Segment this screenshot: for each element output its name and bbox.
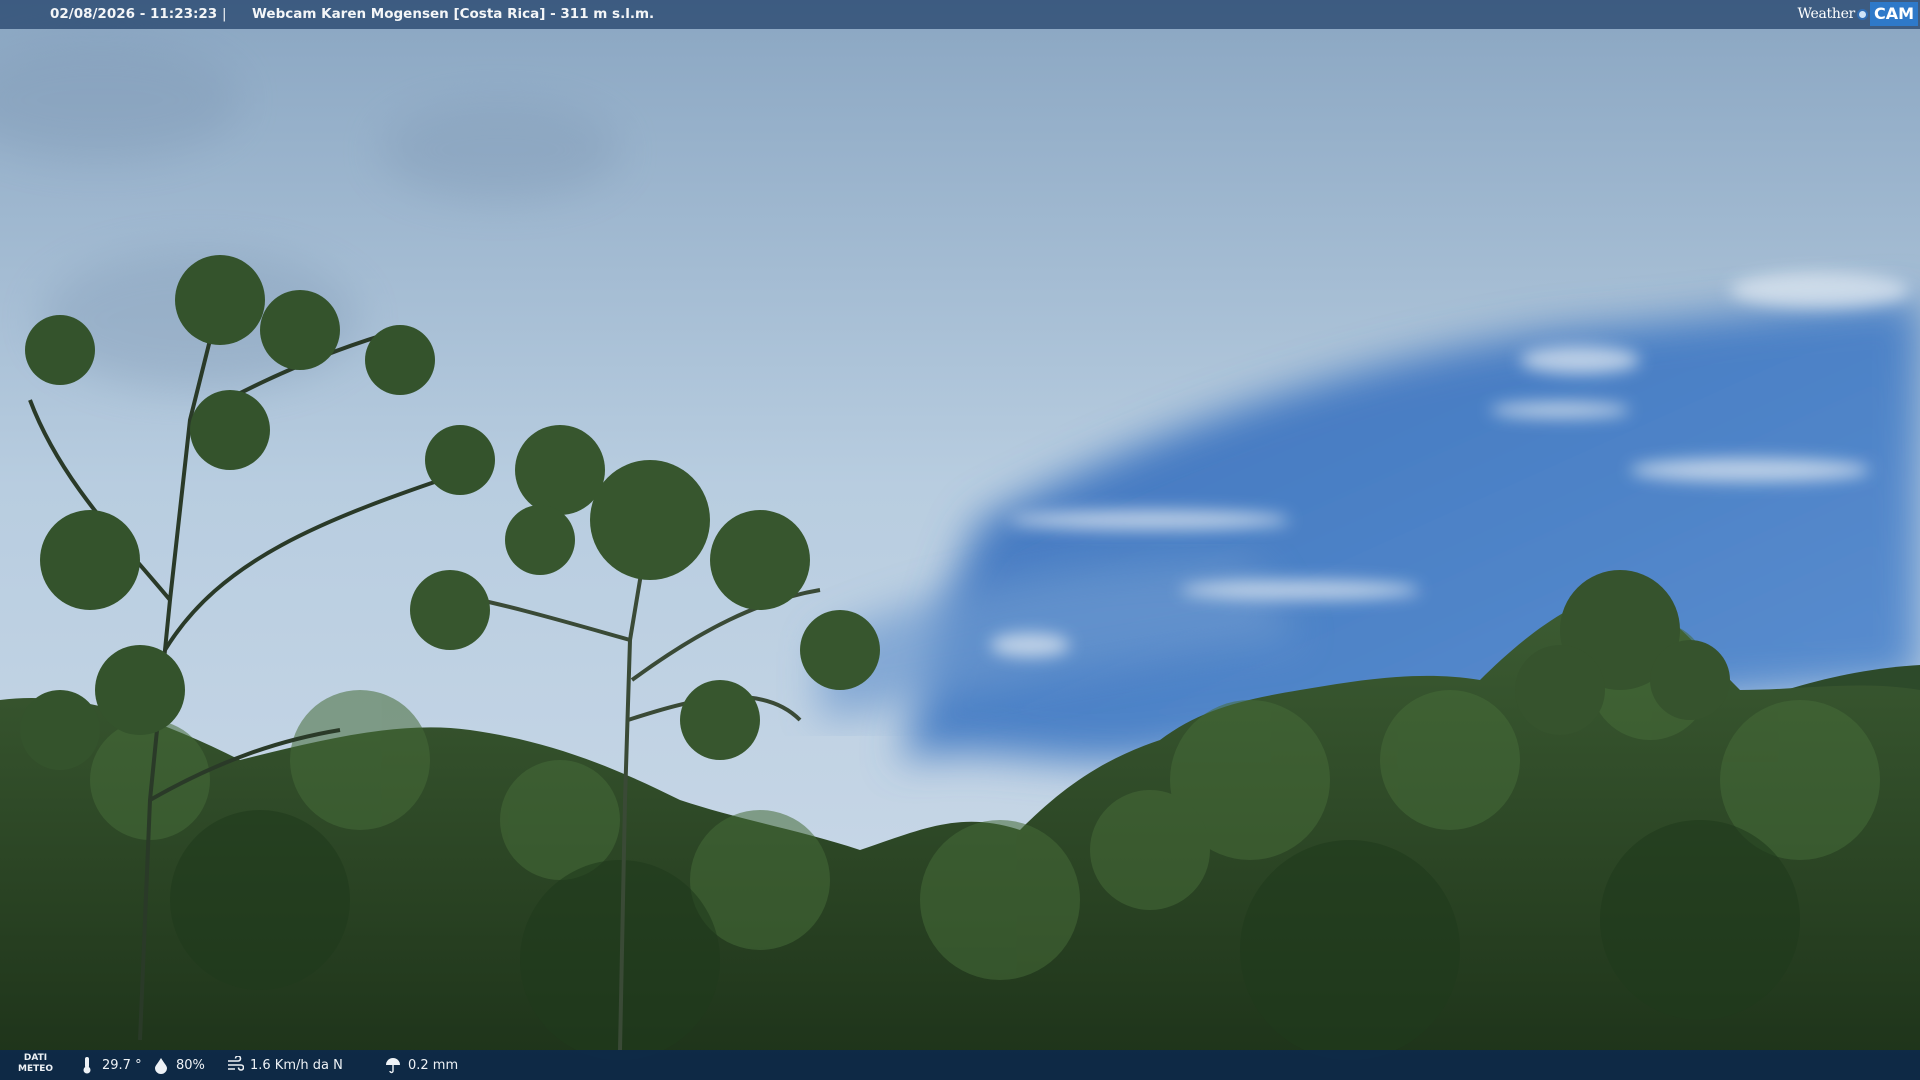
weathercam-logo: Weather CAM xyxy=(1798,2,1918,26)
wind-value: 1.6 Km/h da N xyxy=(250,1057,343,1073)
wind-readout: 1.6 Km/h da N xyxy=(226,1050,343,1080)
rain-value: 0.2 mm xyxy=(408,1057,459,1073)
weather-data-bar: DATI METEO 29.7 ° 80% 1.6 Km/h da N 0.2 … xyxy=(0,1050,1920,1080)
humidity-drop-icon xyxy=(155,1058,167,1074)
thermometer-icon xyxy=(83,1057,91,1074)
logo-weather-text: Weather xyxy=(1797,5,1856,22)
temperature-value: 29.7 ° xyxy=(102,1057,142,1073)
timestamp: 02/08/2026 - 11:23:23 xyxy=(50,6,218,22)
webcam-scene xyxy=(0,0,1920,1080)
rain-readout: 0.2 mm xyxy=(384,1050,458,1080)
logo-lens-icon xyxy=(1856,8,1868,20)
logo-cam-text: CAM xyxy=(1869,2,1918,26)
separator: | xyxy=(222,6,227,22)
temperature-readout: 29.7 ° xyxy=(78,1050,142,1080)
humidity-value: 80% xyxy=(176,1057,205,1073)
wind-icon xyxy=(228,1056,244,1071)
camera-title: Webcam Karen Mogensen [Costa Rica] - 311… xyxy=(252,6,655,22)
rain-icon xyxy=(386,1058,400,1074)
top-info-bar: 02/08/2026 - 11:23:23 | Webcam Karen Mog… xyxy=(0,0,1920,29)
dati-meteo-label: DATI METEO xyxy=(18,1053,54,1074)
humidity-readout: 80% xyxy=(152,1050,205,1080)
